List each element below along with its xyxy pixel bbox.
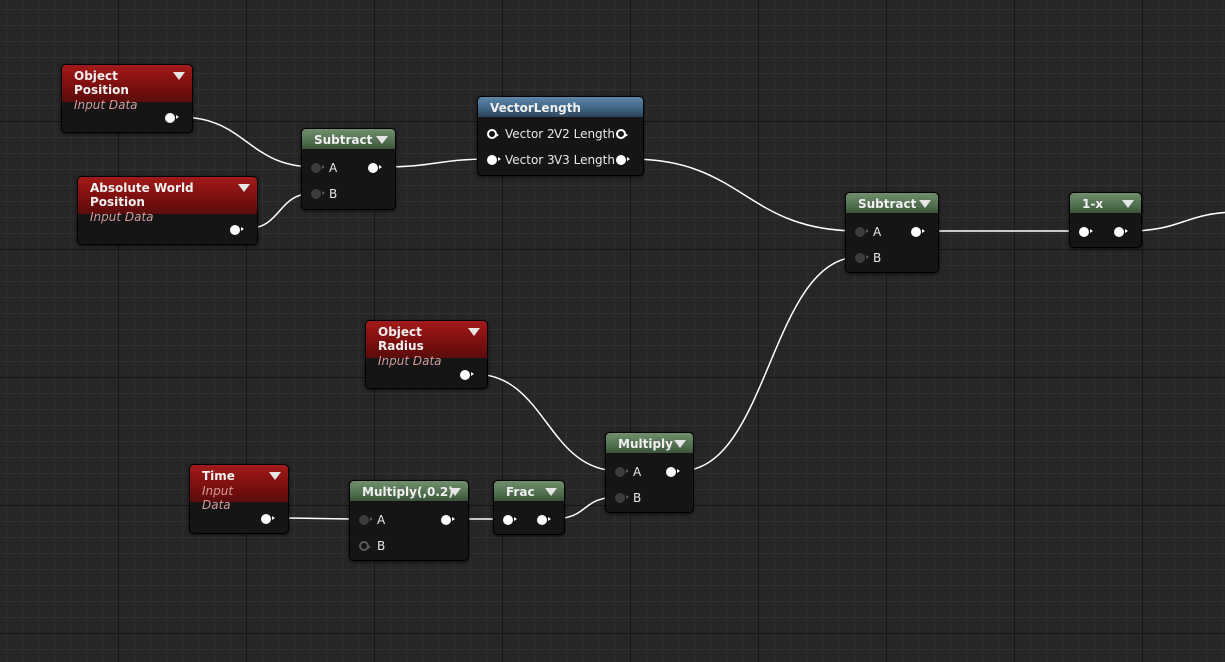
input-pin[interactable]	[487, 155, 501, 165]
node-title: Object Position	[74, 69, 129, 97]
node-subtitle: Input Data	[378, 354, 442, 368]
node-header[interactable]: Subtract	[846, 193, 938, 213]
node-subtract-1[interactable]: Subtract A B	[301, 128, 396, 210]
wire-object-position-to-subtract-1[interactable]	[178, 116, 316, 168]
chevron-down-icon[interactable]	[376, 136, 388, 144]
node-one-minus-x[interactable]: 1-x	[1069, 192, 1142, 248]
node-header[interactable]: Multiply(,0.2)	[350, 481, 468, 501]
node-title: Absolute World Position	[90, 181, 194, 209]
node-header[interactable]: Time Input Data	[190, 465, 288, 512]
node-subtract-2[interactable]: Subtract A B	[845, 192, 939, 273]
node-time[interactable]: Time Input Data	[189, 464, 289, 534]
input-pin[interactable]	[311, 163, 325, 173]
node-subtitle: Input Data	[90, 210, 154, 224]
node-header[interactable]: Object Position Input Data	[62, 65, 192, 112]
node-title: Subtract	[858, 197, 917, 211]
output-pin[interactable]	[261, 514, 275, 524]
chevron-down-icon[interactable]	[919, 200, 931, 208]
output-pin[interactable]	[1114, 227, 1128, 237]
node-title: Multiply(,0.2)	[362, 485, 454, 499]
node-title: Time	[202, 469, 235, 483]
wire-one-minus-x-to-offscreen[interactable]	[1127, 211, 1225, 232]
input-pin[interactable]	[487, 129, 499, 139]
wire-subtract-1-to-vector-length[interactable]	[381, 158, 492, 168]
input-pin[interactable]	[615, 467, 629, 477]
output-pin[interactable]	[666, 467, 680, 477]
node-title: Subtract	[314, 133, 373, 147]
node-header[interactable]: Absolute World Position Input Data	[78, 177, 257, 224]
node-header[interactable]: Object Radius Input Data	[366, 321, 487, 368]
input-label: Vector 3	[505, 153, 555, 167]
input-pin[interactable]	[615, 493, 629, 503]
input-label: B	[329, 187, 338, 201]
input-label: A	[329, 161, 338, 175]
output-pin[interactable]	[911, 227, 925, 237]
chevron-down-icon[interactable]	[674, 440, 686, 448]
input-pin[interactable]	[503, 515, 517, 525]
output-label: V2 Length	[553, 127, 615, 141]
node-title: 1-x	[1082, 197, 1104, 211]
node-header[interactable]: Frac	[494, 481, 564, 501]
input-label: A	[633, 465, 642, 479]
node-title: Frac	[506, 485, 535, 499]
input-pin[interactable]	[359, 515, 373, 525]
chevron-down-icon[interactable]	[238, 184, 250, 192]
input-pin[interactable]	[359, 541, 371, 551]
output-pin[interactable]	[165, 113, 179, 123]
node-vector-length[interactable]: VectorLength Vector 2 Vector 3 V2 Length V3 …	[477, 96, 644, 176]
input-label: B	[873, 251, 882, 265]
output-pin[interactable]	[441, 515, 455, 525]
node-multiply[interactable]: Multiply A B	[605, 432, 694, 513]
node-title: VectorLength	[490, 101, 581, 115]
chevron-down-icon[interactable]	[173, 72, 185, 80]
input-pin[interactable]	[855, 227, 869, 237]
wire-multiply-to-subtract-2[interactable]	[679, 256, 860, 472]
input-pin[interactable]	[311, 189, 325, 199]
node-object-radius[interactable]: Object Radius Input Data	[365, 320, 488, 389]
output-pin[interactable]	[616, 129, 628, 139]
chevron-down-icon[interactable]	[468, 328, 480, 336]
chevron-down-icon[interactable]	[545, 488, 557, 496]
node-header[interactable]: Multiply	[606, 433, 693, 453]
input-label: A	[873, 225, 882, 239]
output-pin[interactable]	[368, 163, 382, 173]
input-pin[interactable]	[855, 253, 869, 263]
chevron-down-icon[interactable]	[449, 488, 461, 496]
node-title: Object Radius	[378, 325, 424, 353]
node-frac[interactable]: Frac	[493, 480, 565, 535]
output-pin[interactable]	[537, 515, 551, 525]
chevron-down-icon[interactable]	[1122, 200, 1134, 208]
input-label: Vector 2	[505, 127, 555, 141]
node-header[interactable]: Subtract	[302, 129, 395, 149]
node-header[interactable]: VectorLength	[478, 97, 643, 117]
output-label: V3 Length	[553, 153, 615, 167]
input-label: B	[633, 491, 642, 505]
node-multiply-02[interactable]: Multiply(,0.2) A B	[349, 480, 469, 561]
wire-vector-length-to-subtract-2[interactable]	[629, 158, 860, 232]
output-pin[interactable]	[460, 370, 474, 380]
chevron-down-icon[interactable]	[269, 472, 281, 480]
node-absolute-world-position[interactable]: Absolute World Position Input Data	[77, 176, 258, 245]
output-pin[interactable]	[230, 225, 244, 235]
node-header[interactable]: 1-x	[1070, 193, 1141, 213]
input-label: A	[377, 513, 386, 527]
node-subtitle: Input Data	[74, 98, 138, 112]
node-object-position[interactable]: Object Position Input Data	[61, 64, 193, 133]
node-title: Multiply	[618, 437, 673, 451]
output-pin[interactable]	[616, 155, 630, 165]
input-pin[interactable]	[1079, 227, 1093, 237]
node-subtitle: Input Data	[202, 484, 234, 512]
input-label: B	[377, 539, 386, 553]
wire-object-radius-to-multiply[interactable]	[473, 373, 620, 472]
